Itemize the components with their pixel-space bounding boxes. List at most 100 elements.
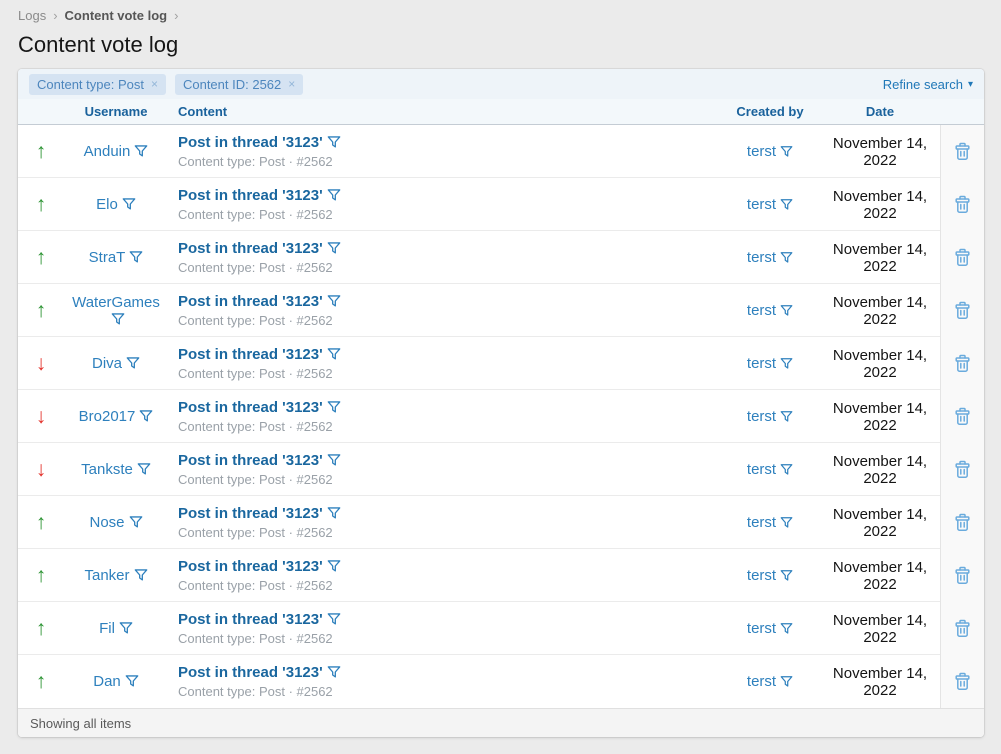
created-by-link[interactable]: terst (747, 355, 776, 372)
date-cell: November 14, 2022 (820, 612, 940, 646)
filter-by-content-icon[interactable] (327, 559, 341, 573)
username-link[interactable]: Bro2017 (79, 408, 136, 425)
username-link[interactable]: Elo (96, 196, 118, 213)
username-link[interactable]: Fil (99, 620, 115, 637)
created-by-link[interactable]: terst (747, 673, 776, 690)
filter-chip-content-id[interactable]: Content ID: 2562 × (175, 74, 303, 95)
vote-down-icon: ↓ (18, 353, 64, 374)
content-link[interactable]: Post in thread '3123' (178, 134, 323, 151)
delete-button[interactable] (952, 458, 973, 481)
username-link[interactable]: Dan (93, 673, 121, 690)
filter-by-content-icon[interactable] (327, 241, 341, 255)
created-by-link[interactable]: terst (747, 196, 776, 213)
filter-by-username-icon[interactable] (119, 621, 133, 635)
filter-by-username-icon[interactable] (111, 312, 125, 326)
refine-search-button[interactable]: Refine search ▾ (883, 77, 973, 92)
delete-button[interactable] (952, 405, 973, 428)
created-by-link[interactable]: terst (747, 461, 776, 478)
filter-by-creator-icon[interactable] (780, 145, 793, 158)
username-link[interactable]: Anduin (84, 143, 131, 160)
delete-button[interactable] (952, 617, 973, 640)
date-cell: November 14, 2022 (820, 188, 940, 222)
created-by-link[interactable]: terst (747, 620, 776, 637)
filter-by-creator-icon[interactable] (780, 251, 793, 264)
delete-button[interactable] (952, 246, 973, 269)
remove-filter-icon[interactable]: × (288, 77, 295, 91)
content-cell: Post in thread '3123' Content type: Post… (168, 611, 720, 646)
filter-by-username-icon[interactable] (126, 356, 140, 370)
created-by-link[interactable]: terst (747, 143, 776, 160)
created-by-link[interactable]: terst (747, 302, 776, 319)
content-link[interactable]: Post in thread '3123' (178, 452, 323, 469)
username-link[interactable]: WaterGames (72, 294, 160, 311)
filter-by-creator-icon[interactable] (780, 516, 793, 529)
delete-button[interactable] (952, 670, 973, 693)
content-link[interactable]: Post in thread '3123' (178, 505, 323, 522)
filter-by-username-icon[interactable] (137, 462, 151, 476)
filter-by-creator-icon[interactable] (780, 569, 793, 582)
vote-log-card: Content type: Post × Content ID: 2562 × … (18, 69, 984, 737)
trash-icon (954, 407, 971, 426)
filter-by-content-icon[interactable] (327, 135, 341, 149)
content-cell: Post in thread '3123' Content type: Post… (168, 505, 720, 540)
content-link[interactable]: Post in thread '3123' (178, 293, 323, 310)
delete-button[interactable] (952, 299, 973, 322)
delete-button[interactable] (952, 511, 973, 534)
filter-by-username-icon[interactable] (134, 144, 148, 158)
filter-by-username-icon[interactable] (134, 568, 148, 582)
created-by-link[interactable]: terst (747, 514, 776, 531)
content-cell: Post in thread '3123' Content type: Post… (168, 187, 720, 222)
date-cell: November 14, 2022 (820, 135, 940, 169)
filter-by-username-icon[interactable] (122, 197, 136, 211)
username-link[interactable]: Nose (89, 514, 124, 531)
content-link[interactable]: Post in thread '3123' (178, 346, 323, 363)
content-link[interactable]: Post in thread '3123' (178, 664, 323, 681)
breadcrumb-link-logs[interactable]: Logs (18, 8, 46, 23)
username-cell: Anduin (64, 143, 168, 160)
filter-by-creator-icon[interactable] (780, 304, 793, 317)
delete-button[interactable] (952, 352, 973, 375)
table-row: ↑ WaterGames Post in thread '3123' Conte… (18, 284, 984, 337)
content-link[interactable]: Post in thread '3123' (178, 611, 323, 628)
filter-by-content-icon[interactable] (327, 188, 341, 202)
filter-by-content-icon[interactable] (327, 612, 341, 626)
content-cell: Post in thread '3123' Content type: Post… (168, 346, 720, 381)
filter-by-creator-icon[interactable] (780, 675, 793, 688)
filter-by-content-icon[interactable] (327, 665, 341, 679)
content-link[interactable]: Post in thread '3123' (178, 558, 323, 575)
content-link[interactable]: Post in thread '3123' (178, 399, 323, 416)
filter-by-creator-icon[interactable] (780, 463, 793, 476)
filter-by-username-icon[interactable] (129, 515, 143, 529)
created-by-link[interactable]: terst (747, 249, 776, 266)
vote-up-icon: ↑ (18, 671, 64, 692)
username-link[interactable]: StraT (89, 249, 126, 266)
filter-chip-content-type[interactable]: Content type: Post × (29, 74, 166, 95)
username-link[interactable]: Diva (92, 355, 122, 372)
content-link[interactable]: Post in thread '3123' (178, 187, 323, 204)
filter-by-username-icon[interactable] (129, 250, 143, 264)
filter-by-creator-icon[interactable] (780, 410, 793, 423)
delete-button[interactable] (952, 564, 973, 587)
filter-by-creator-icon[interactable] (780, 622, 793, 635)
filter-by-username-icon[interactable] (125, 674, 139, 688)
filter-by-creator-icon[interactable] (780, 198, 793, 211)
username-link[interactable]: Tanker (84, 567, 129, 584)
filter-by-username-icon[interactable] (139, 409, 153, 423)
date-cell: November 14, 2022 (820, 559, 940, 593)
delete-button[interactable] (952, 140, 973, 163)
filter-by-content-icon[interactable] (327, 294, 341, 308)
trash-icon (954, 301, 971, 320)
filter-by-creator-icon[interactable] (780, 357, 793, 370)
breadcrumb-link-content-vote-log[interactable]: Content vote log (65, 8, 168, 23)
filter-by-content-icon[interactable] (327, 506, 341, 520)
filter-by-content-icon[interactable] (327, 400, 341, 414)
filter-by-content-icon[interactable] (327, 453, 341, 467)
delete-button[interactable] (952, 193, 973, 216)
content-link[interactable]: Post in thread '3123' (178, 240, 323, 257)
created-by-link[interactable]: terst (747, 408, 776, 425)
filter-by-content-icon[interactable] (327, 347, 341, 361)
created-by-link[interactable]: terst (747, 567, 776, 584)
remove-filter-icon[interactable]: × (151, 77, 158, 91)
date-cell: November 14, 2022 (820, 347, 940, 381)
username-link[interactable]: Tankste (81, 461, 133, 478)
